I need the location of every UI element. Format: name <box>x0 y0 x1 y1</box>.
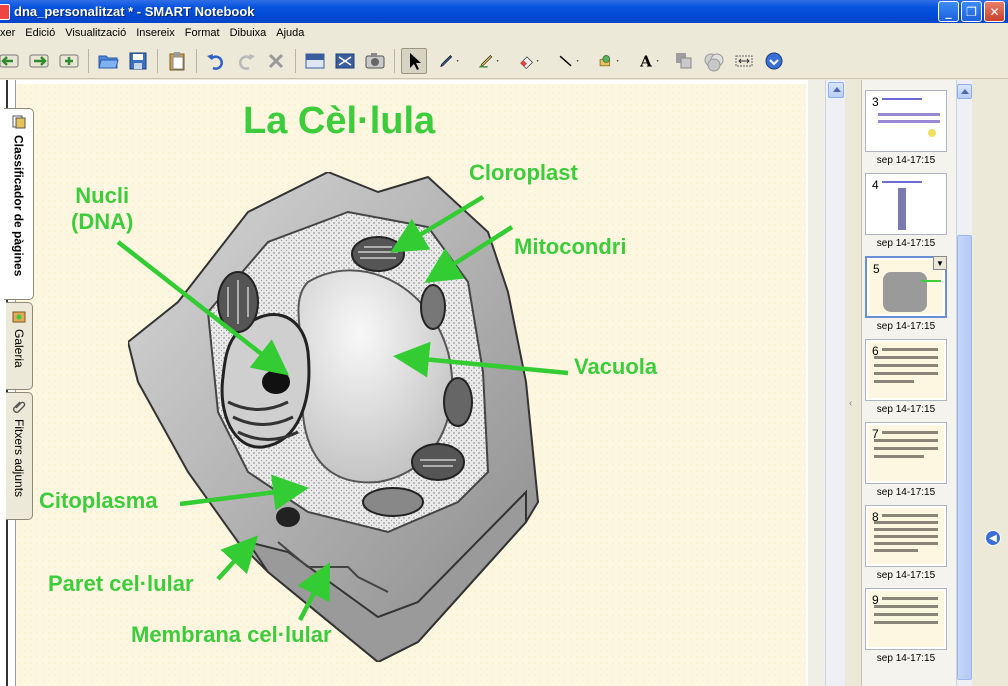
scroll-up-arrow-icon[interactable] <box>957 84 972 99</box>
page-sorter-icon <box>12 115 25 129</box>
undo-icon[interactable] <box>203 48 229 74</box>
save-icon[interactable] <box>125 48 151 74</box>
panel-splitter[interactable] <box>845 80 861 686</box>
thumbnail-frame: 5 ▼ <box>865 256 947 318</box>
app-icon[interactable] <box>0 3 10 20</box>
toolbar-separator <box>157 48 158 73</box>
creative-pen-icon[interactable] <box>471 48 507 74</box>
sorter-vertical-scrollbar[interactable] <box>956 80 972 686</box>
thumbnail-timestamp: sep 14-17:15 <box>876 321 936 332</box>
thumbnail-frame: 6 <box>865 339 947 401</box>
label-paret-cellular[interactable]: Paret cel·lular <box>48 571 194 597</box>
menu-insert[interactable]: Insereix <box>131 27 180 39</box>
thumbnail-frame: 8 <box>865 505 947 567</box>
fill-icon[interactable] <box>701 48 727 74</box>
label-citoplasma[interactable]: Citoplasma <box>39 488 158 514</box>
svg-text:A: A <box>639 52 652 70</box>
full-screen-icon[interactable] <box>332 48 358 74</box>
label-nucli[interactable]: Nucli (DNA) <box>71 183 133 236</box>
menu-format[interactable]: Format <box>180 27 225 39</box>
paperclip-icon <box>13 401 26 413</box>
tab-attachments-label: Fitxers adjunts <box>12 419 26 498</box>
toolbar-move-icon[interactable] <box>731 48 757 74</box>
thumbnail-number: 3 <box>872 95 879 109</box>
toolbar: A <box>0 43 1008 79</box>
title-bar: dna_personalitzat * - SMART Notebook _ ❐… <box>0 0 1008 23</box>
toolbar-separator <box>394 48 395 73</box>
properties-icon[interactable] <box>671 48 697 74</box>
redo-icon[interactable] <box>233 48 259 74</box>
thumbnail-frame: 9 <box>865 588 947 650</box>
page-thumbnail-3[interactable]: 3 sep 14-17:15 <box>865 90 951 166</box>
thumbnail-timestamp: sep 14-17:15 <box>876 653 936 664</box>
toolbar-separator <box>196 48 197 73</box>
tab-gallery-label: Galeria <box>12 329 26 368</box>
window-controls: _ ❐ ✕ <box>938 1 1005 22</box>
menu-file[interactable]: xer <box>0 27 20 39</box>
pen-icon[interactable] <box>431 48 467 74</box>
toolbar-options-icon[interactable] <box>761 48 787 74</box>
screen-capture-icon[interactable] <box>362 48 388 74</box>
forward-icon[interactable] <box>26 48 52 74</box>
scrollbar-thumb[interactable] <box>957 235 972 680</box>
gallery-icon <box>12 311 26 323</box>
thumbnail-number: 5 <box>873 262 880 276</box>
select-arrow-icon[interactable] <box>401 47 427 74</box>
minimize-button[interactable]: _ <box>938 1 959 22</box>
line-icon[interactable] <box>551 48 587 74</box>
screen-shade-icon[interactable] <box>302 48 328 74</box>
canvas-vertical-scrollbar[interactable] <box>825 80 845 686</box>
thumbnail-frame: 4 <box>865 173 947 235</box>
paste-icon[interactable] <box>164 48 190 74</box>
slide-title[interactable]: La Cèl·lula <box>243 100 435 143</box>
page-thumbnail-4[interactable]: 4 sep 14-17:15 <box>865 173 951 249</box>
thumbnail-timestamp: sep 14-17:15 <box>876 570 936 581</box>
page-thumbnail-9[interactable]: 9 sep 14-17:15 <box>865 588 951 664</box>
smart-notebook-window: dna_personalitzat * - SMART Notebook _ ❐… <box>0 0 1008 686</box>
thumbnail-frame: 7 <box>865 422 947 484</box>
thumbnail-number: 4 <box>872 178 879 192</box>
menu-bar: xer Edició Visualització Insereix Format… <box>0 23 1008 43</box>
page-thumbnail-5[interactable]: 5 ▼ sep 14-17:15 <box>865 256 951 332</box>
label-membrana-cellular[interactable]: Membrana cel·lular <box>131 622 332 648</box>
thumbnail-timestamp: sep 14-17:15 <box>876 404 936 415</box>
delete-icon[interactable] <box>263 48 289 74</box>
thumbnail-timestamp: sep 14-17:15 <box>876 487 936 498</box>
thumbnail-timestamp: sep 14-17:15 <box>876 238 936 249</box>
thumbnail-frame: 3 <box>865 90 947 152</box>
tab-page-sorter-label: Classificador de pàgines <box>11 135 26 277</box>
menu-edit[interactable]: Edició <box>20 27 60 39</box>
scroll-up-arrow-icon[interactable] <box>828 82 844 98</box>
page-thumbnail-7[interactable]: 7 sep 14-17:15 <box>865 422 951 498</box>
page-thumbnail-6[interactable]: 6 sep 14-17:15 <box>865 339 951 415</box>
menu-draw[interactable]: Dibuixa <box>225 27 272 39</box>
tab-gallery[interactable]: Galeria <box>6 302 33 390</box>
canvas-gutter <box>808 80 825 686</box>
eraser-icon[interactable] <box>511 48 547 74</box>
page-thumbnail-8[interactable]: 8 sep 14-17:15 <box>865 505 951 581</box>
side-tabs <box>972 80 1008 686</box>
menu-view[interactable]: Visualització <box>60 27 131 39</box>
restore-button[interactable]: ❐ <box>961 1 982 22</box>
thumbnail-timestamp: sep 14-17:15 <box>876 155 936 166</box>
add-page-icon[interactable] <box>56 48 82 74</box>
thumbnail-menu-icon[interactable]: ▼ <box>933 256 947 270</box>
text-icon[interactable]: A <box>631 48 667 74</box>
label-vacuola[interactable]: Vacuola <box>574 354 657 380</box>
close-button[interactable]: ✕ <box>984 1 1005 22</box>
label-mitocondri[interactable]: Mitocondri <box>514 234 626 260</box>
tab-attachments[interactable]: Fitxers adjunts <box>6 392 33 520</box>
collapse-panel-icon[interactable]: ◀ <box>985 530 1001 546</box>
open-folder-icon[interactable] <box>95 48 121 74</box>
shapes-icon[interactable] <box>591 48 627 74</box>
toolbar-separator <box>295 48 296 73</box>
toolbar-separator <box>88 48 89 73</box>
tab-page-sorter[interactable]: Classificador de pàgines <box>4 108 34 300</box>
label-cloroplast[interactable]: Cloroplast <box>469 160 578 186</box>
window-title: dna_personalitzat * - SMART Notebook <box>14 4 255 19</box>
back-icon[interactable] <box>0 48 22 74</box>
menu-help[interactable]: Ajuda <box>271 27 309 39</box>
